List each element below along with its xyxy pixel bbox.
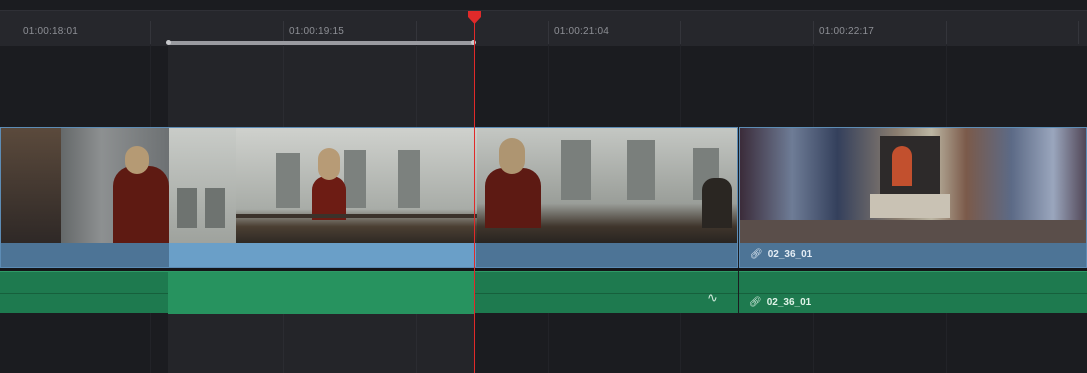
timecode-label: 01:00:19:15 xyxy=(289,26,345,37)
selected-range-overlay xyxy=(169,243,476,267)
clip-name-text: 02_36_01 xyxy=(767,249,813,260)
ruler-tick xyxy=(946,21,947,44)
ruler-tick xyxy=(1078,21,1079,44)
thumbnail-frame xyxy=(740,128,1086,244)
ruler-tick xyxy=(813,21,814,44)
clip-name: 🔗︎ 02_36_01 xyxy=(750,249,812,260)
playhead-handle-icon[interactable] xyxy=(467,11,482,25)
thumbnail-frame xyxy=(169,128,236,244)
audio-clip-02-36-01[interactable]: 🔗︎ 02_36_01 xyxy=(739,271,1087,313)
timecode-ruler[interactable]: 01:00:18:01 01:00:19:15 01:00:21:04 01:0… xyxy=(0,10,1087,46)
link-icon: 🔗︎ xyxy=(750,249,763,260)
audio-track-a1: ∿ 🔗︎ 02_36_01 xyxy=(0,271,1087,314)
thumbnail-frame xyxy=(236,128,477,244)
clip-label-bar: 🔗︎ 02_36_01 xyxy=(740,243,1086,267)
playhead-line[interactable] xyxy=(474,16,475,373)
link-icon: 🔗︎ xyxy=(749,297,762,308)
clip-thumbnails xyxy=(740,128,1086,244)
timecode-label: 01:00:22:17 xyxy=(819,26,875,37)
timeline[interactable]: 01:00:18:01 01:00:19:15 01:00:21:04 01:0… xyxy=(0,0,1087,373)
audio-waveform xyxy=(739,293,1087,294)
fade-curve-icon[interactable]: ∿ xyxy=(707,290,718,306)
ruler-tick xyxy=(680,21,681,44)
thumbnail-frame xyxy=(1,128,169,244)
thumbnail-frame xyxy=(477,128,737,244)
in-out-range-bar[interactable] xyxy=(168,41,474,45)
clip-name: 🔗︎ 02_36_01 xyxy=(749,297,811,308)
ruler-tick xyxy=(150,21,151,44)
selected-range-overlay xyxy=(168,272,475,314)
ruler-tick xyxy=(548,21,549,44)
audio-clip-1[interactable]: ∿ xyxy=(0,271,738,314)
timecode-label: 01:00:21:04 xyxy=(554,26,610,37)
timecode-label: 01:00:18:01 xyxy=(23,26,79,37)
clip-thumbnails xyxy=(1,128,737,244)
video-track-v1: 🔗︎ 02_36_01 xyxy=(0,127,1087,268)
video-clip-02-36-01[interactable]: 🔗︎ 02_36_01 xyxy=(739,127,1087,268)
in-point-handle[interactable] xyxy=(166,40,171,45)
video-clip-1[interactable] xyxy=(0,127,738,268)
clip-name-text: 02_36_01 xyxy=(766,297,812,308)
